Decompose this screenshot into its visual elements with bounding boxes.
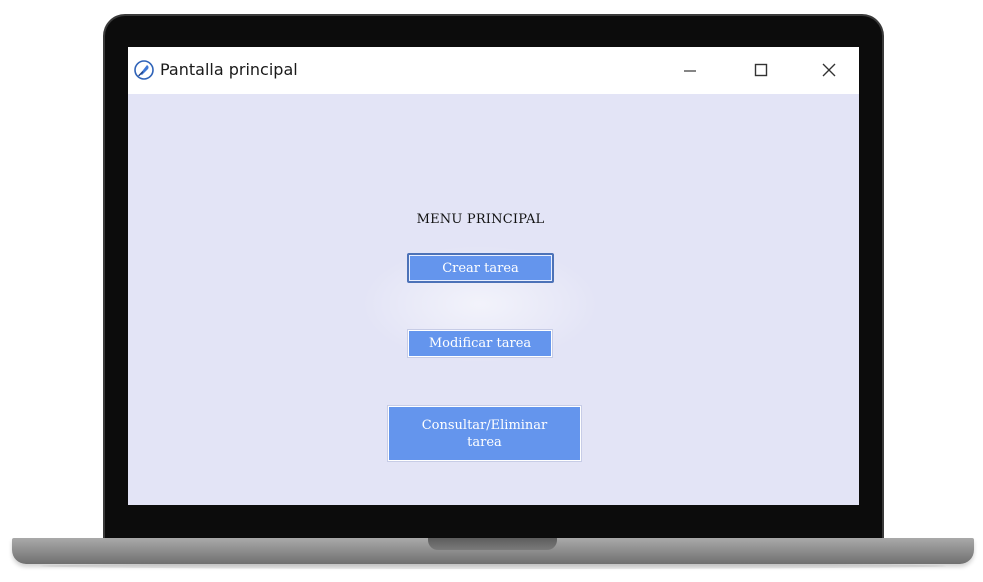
main-panel: MENU PRINCIPAL Crear tarea Modificar tar… bbox=[128, 94, 859, 505]
create-task-button[interactable]: Crear tarea bbox=[407, 253, 554, 283]
feather-pen-icon bbox=[134, 60, 154, 80]
maximize-button[interactable] bbox=[738, 47, 784, 94]
modify-task-label: Modificar tarea bbox=[428, 336, 532, 351]
app-window: Pantalla principal MENU PRINCIPAL Crear … bbox=[128, 47, 859, 505]
maximize-icon bbox=[754, 63, 768, 77]
query-delete-task-label: Consultar/Eliminar tarea bbox=[421, 417, 548, 450]
modify-task-button[interactable]: Modificar tarea bbox=[408, 330, 552, 357]
minimize-icon bbox=[684, 70, 696, 72]
title-bar[interactable]: Pantalla principal bbox=[128, 47, 859, 94]
laptop-mockup: Pantalla principal MENU PRINCIPAL Crear … bbox=[0, 0, 983, 582]
laptop-notch bbox=[428, 538, 557, 550]
menu-heading: MENU PRINCIPAL bbox=[416, 212, 545, 227]
create-task-label: Crear tarea bbox=[442, 260, 519, 276]
query-delete-task-button[interactable]: Consultar/Eliminar tarea bbox=[388, 406, 581, 461]
window-title: Pantalla principal bbox=[160, 60, 298, 79]
minimize-button[interactable] bbox=[667, 47, 713, 94]
close-icon bbox=[822, 63, 836, 77]
close-button[interactable] bbox=[806, 47, 852, 94]
